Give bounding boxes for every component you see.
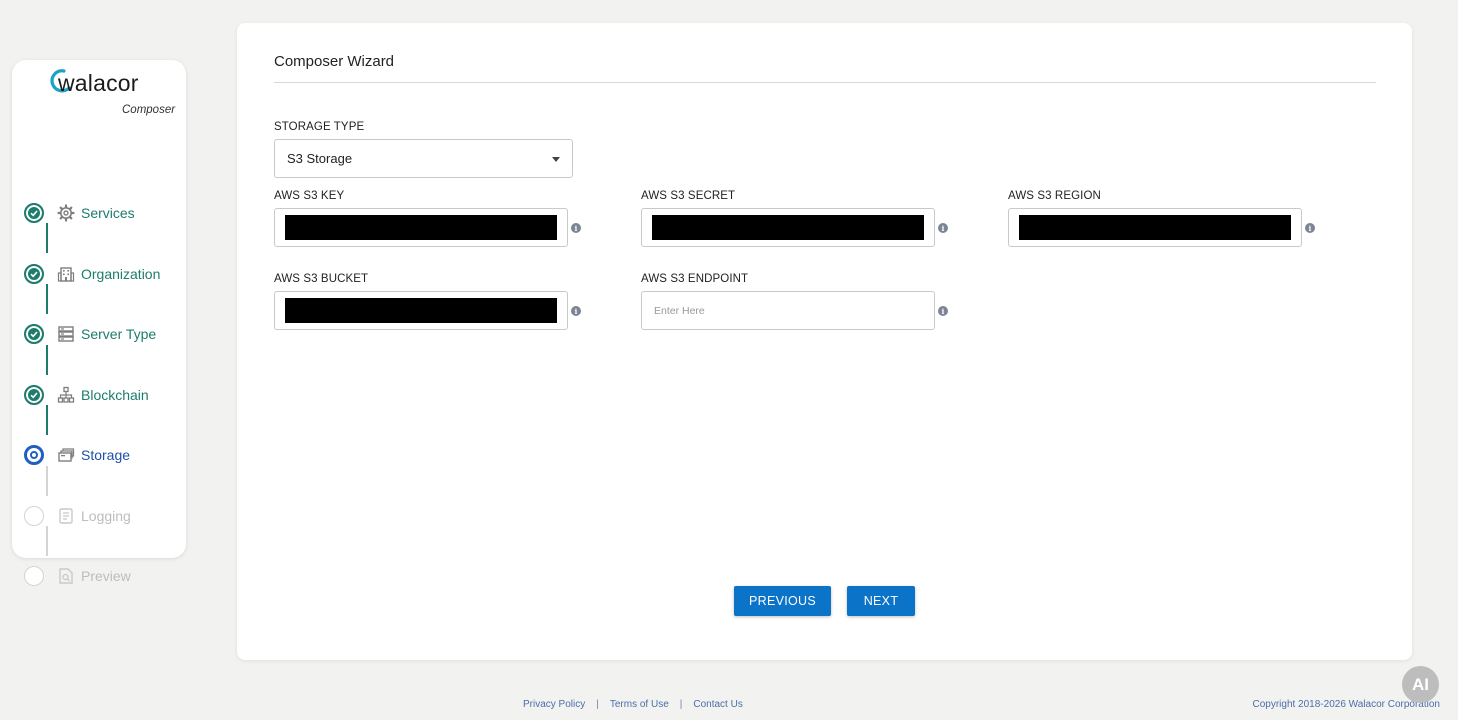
info-icon[interactable]: i: [571, 306, 581, 316]
step-label: Logging: [81, 508, 131, 524]
title-divider: [274, 82, 1376, 83]
aws-s3-bucket-input[interactable]: [274, 291, 568, 330]
next-button[interactable]: NEXT: [847, 586, 915, 616]
wizard-card: Composer Wizard STORAGE TYPE S3 Storage …: [237, 23, 1412, 660]
storage-type-value: S3 Storage: [287, 151, 353, 166]
step-connector: [46, 345, 48, 375]
aws-s3-endpoint-input[interactable]: Enter Here: [641, 291, 935, 330]
gear-icon: [57, 204, 75, 222]
step-blockchain[interactable]: Blockchain: [24, 384, 184, 406]
step-check-icon: [24, 324, 44, 344]
step-check-icon: [24, 264, 44, 284]
step-organization[interactable]: Organization: [24, 263, 184, 285]
step-label: Services: [81, 205, 135, 221]
step-label: Preview: [81, 568, 131, 584]
aws-s3-endpoint-label: AWS S3 ENDPOINT: [641, 273, 749, 285]
privacy-policy-link[interactable]: Privacy Policy: [523, 699, 585, 710]
terms-of-use-link[interactable]: Terms of Use: [610, 699, 669, 710]
step-label: Blockchain: [81, 387, 149, 403]
info-icon[interactable]: i: [571, 223, 581, 233]
info-icon[interactable]: i: [1305, 223, 1315, 233]
footer-links: Privacy Policy | Terms of Use | Contact …: [523, 699, 743, 710]
ai-assistant-button[interactable]: AI: [1402, 666, 1439, 703]
footer-separator: |: [679, 699, 683, 710]
step-check-icon: [24, 385, 44, 405]
page-title: Composer Wizard: [274, 53, 395, 70]
info-icon[interactable]: i: [938, 223, 948, 233]
step-active-indicator-icon: [24, 445, 44, 465]
redacted-value: [652, 215, 924, 240]
building-icon: [57, 267, 75, 282]
step-services[interactable]: Services: [24, 202, 184, 224]
step-connector: [46, 405, 48, 435]
aws-s3-key-label: AWS S3 KEY: [274, 190, 345, 202]
storage-icon: [58, 448, 75, 462]
aws-s3-secret-label: AWS S3 SECRET: [641, 190, 736, 202]
network-icon: [57, 386, 75, 403]
step-preview[interactable]: Preview: [24, 565, 184, 587]
aws-s3-region-input[interactable]: [1008, 208, 1302, 247]
step-logging[interactable]: Logging: [24, 505, 184, 527]
redacted-value: [285, 298, 557, 323]
logging-icon: [59, 508, 73, 524]
preview-icon: [59, 568, 73, 584]
step-label: Organization: [81, 266, 161, 282]
aws-s3-region-label: AWS S3 REGION: [1008, 190, 1101, 202]
storage-type-label: STORAGE TYPE: [274, 121, 365, 133]
contact-us-link[interactable]: Contact Us: [693, 699, 742, 710]
endpoint-placeholder: Enter Here: [654, 305, 705, 317]
storage-type-select[interactable]: S3 Storage: [274, 139, 573, 178]
wizard-steps: Services Organization Server Type Blockc…: [12, 60, 186, 586]
aws-s3-secret-input[interactable]: [641, 208, 935, 247]
redacted-value: [1019, 215, 1291, 240]
step-connector: [46, 284, 48, 314]
step-pending-indicator-icon: [24, 506, 44, 526]
server-icon: [58, 326, 74, 342]
footer-separator: |: [596, 699, 599, 710]
redacted-value: [285, 215, 557, 240]
step-server-type[interactable]: Server Type: [24, 323, 184, 345]
step-storage[interactable]: Storage: [24, 444, 184, 466]
step-connector: [46, 223, 48, 253]
aws-s3-bucket-label: AWS S3 BUCKET: [274, 273, 369, 285]
step-connector: [46, 466, 48, 496]
wizard-sidebar: walacor Composer Services Organization S…: [12, 60, 186, 586]
step-connector: [46, 526, 48, 556]
info-icon[interactable]: i: [938, 306, 948, 316]
chevron-down-icon: [552, 157, 560, 162]
step-label: Server Type: [81, 326, 157, 342]
previous-button[interactable]: PREVIOUS: [734, 586, 831, 616]
aws-s3-key-input[interactable]: [274, 208, 568, 247]
step-check-icon: [24, 203, 44, 223]
step-label: Storage: [81, 447, 131, 463]
step-pending-indicator-icon: [24, 566, 44, 586]
